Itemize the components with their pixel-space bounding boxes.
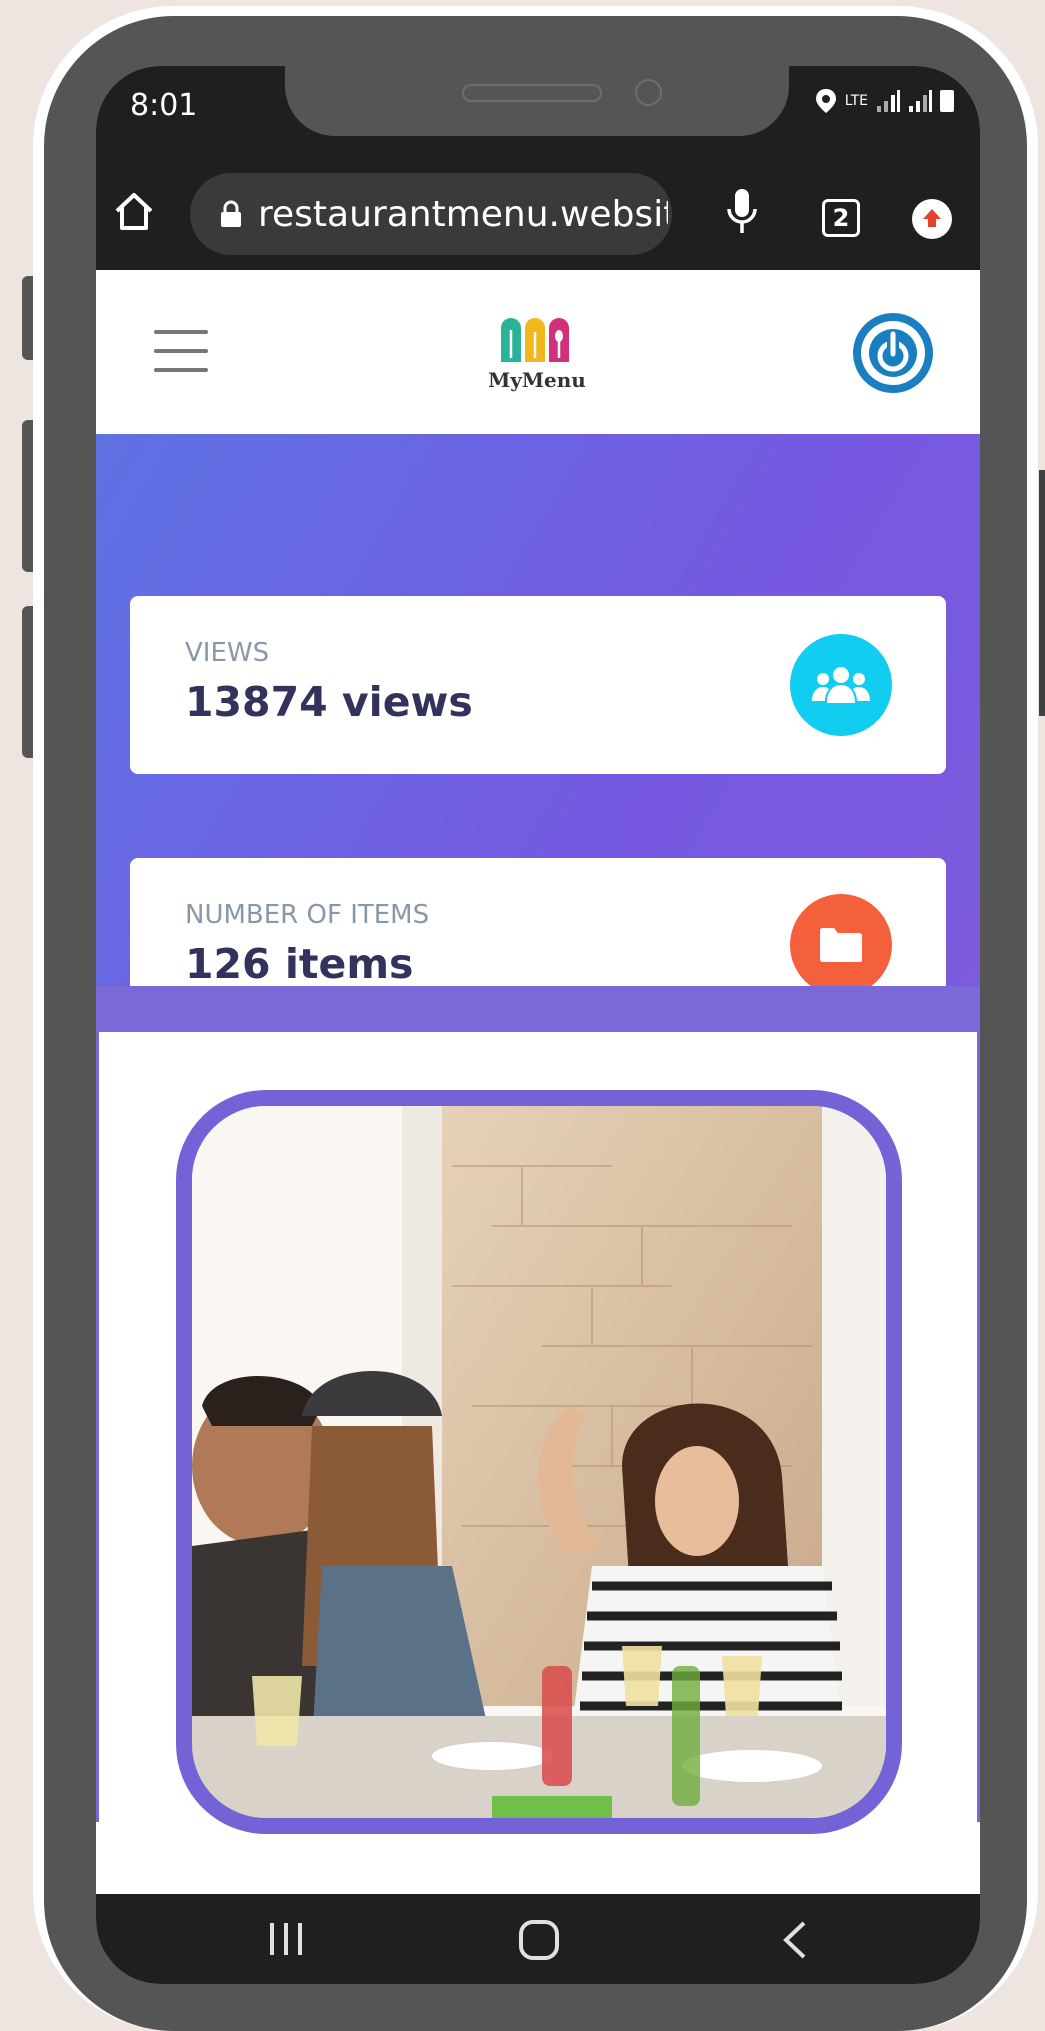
power-icon[interactable] (852, 312, 934, 394)
folder-icon (790, 894, 892, 996)
restaurant-photo-image (192, 1106, 886, 1818)
site-header: MyMenu (96, 270, 980, 434)
views-value: 13874 views (185, 678, 473, 726)
speaker (462, 84, 602, 102)
lock-icon (221, 200, 241, 227)
image-section (96, 1032, 980, 1902)
url-text: restaurantmenu.website/ (258, 193, 668, 235)
navigation-bar (96, 1894, 980, 1984)
back-icon[interactable] (780, 1919, 810, 1961)
menu-icon[interactable] (154, 330, 208, 374)
address-bar[interactable]: restaurantmenu.website/ (190, 173, 672, 255)
signal-icon (877, 90, 900, 112)
network-type: LTE (844, 93, 868, 109)
phone-screen: 8:01 LTE restaurantmenu.website/ 2 MyMen… (96, 66, 980, 1984)
views-label: VIEWS (185, 638, 270, 668)
views-card: VIEWS 13874 views (130, 596, 946, 774)
stats-section: VIEWS 13874 views NUMBER OF ITEMS 126 it… (96, 434, 980, 1036)
section-border (977, 1032, 980, 1822)
status-icons: LTE (815, 88, 954, 114)
users-icon (790, 634, 892, 736)
tabs-icon[interactable]: 2 (822, 199, 860, 237)
restaurant-photo (176, 1090, 902, 1834)
home-icon[interactable] (112, 189, 156, 233)
signal-icon (909, 90, 932, 112)
location-icon (815, 89, 836, 113)
items-value: 126 items (185, 940, 414, 988)
browser-toolbar: restaurantmenu.website/ 2 (96, 161, 980, 270)
battery-icon (940, 90, 954, 112)
logo-icon (501, 318, 569, 362)
mic-icon[interactable] (724, 187, 760, 239)
band-divider (96, 986, 980, 1032)
logo-text: MyMenu (488, 368, 586, 392)
home-nav-icon[interactable] (518, 1919, 560, 1961)
section-border (96, 1032, 99, 1822)
status-time: 8:01 (130, 88, 198, 123)
notch (285, 66, 789, 136)
background-edge (1039, 470, 1045, 716)
front-camera (635, 79, 662, 106)
logo[interactable]: MyMenu (481, 314, 593, 392)
update-icon[interactable] (912, 199, 952, 239)
items-label: NUMBER OF ITEMS (185, 900, 430, 930)
recent-apps-icon[interactable] (266, 1919, 306, 1959)
